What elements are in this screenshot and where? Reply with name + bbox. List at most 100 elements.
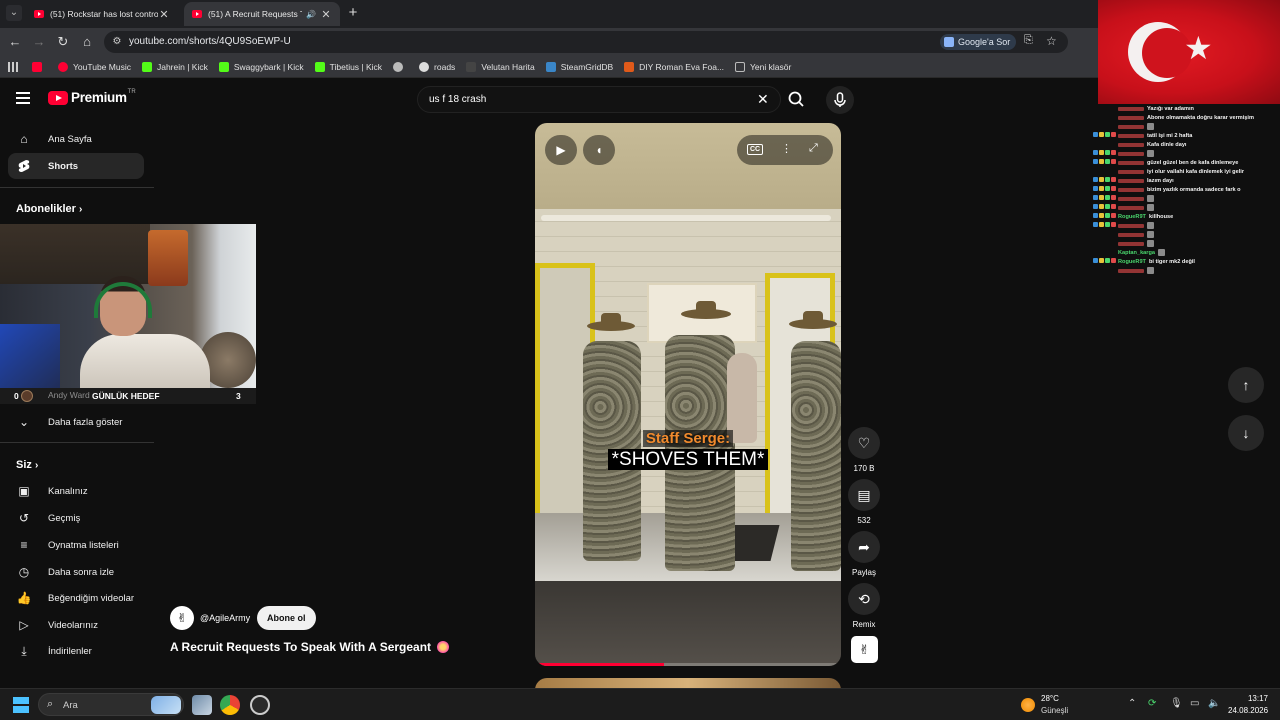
remix-icon[interactable]: ⟲	[848, 583, 880, 615]
play-button[interactable]: ▶	[545, 135, 577, 165]
subscribe-button[interactable]: Abone ol	[257, 606, 316, 630]
share-page-icon[interactable]: ⎘	[1024, 34, 1033, 47]
chat-emote-icon	[1147, 150, 1154, 157]
reload-icon[interactable]: ↻	[54, 33, 72, 51]
clear-search-icon[interactable]: ✕	[757, 92, 769, 106]
chat-text: Abone olmamakta doğru karar vermişim	[1147, 114, 1254, 121]
bookmark-folder[interactable]: Yeni klasör	[735, 61, 791, 72]
sidebar-item-shorts[interactable]: Shorts	[8, 153, 144, 179]
sidebar-item-playlists[interactable]: ≡ Oynatma listeleri	[8, 532, 144, 558]
previous-short-button[interactable]: ↑	[1228, 367, 1264, 403]
bookmark-item[interactable]: DIY Roman Eva Foa...	[624, 61, 724, 72]
volume-icon[interactable]: 🔈	[1208, 698, 1220, 709]
channel-avatar[interactable]: ✌	[170, 606, 194, 630]
tray-mic-icon[interactable]: 🎙	[1170, 698, 1183, 709]
chat-badge-icon	[1111, 159, 1116, 164]
sidebar-item-your-channel[interactable]: ▣ Kanalınız	[8, 478, 144, 504]
goal-label: GÜNLÜK HEDEF	[92, 391, 160, 401]
bookmark-item[interactable]: Swaggybark | Kick	[218, 61, 304, 72]
search-query[interactable]: us f 18 crash	[429, 94, 486, 105]
bookmark-item[interactable]: Tibetius | Kick	[314, 61, 382, 72]
home-icon[interactable]: ⌂	[78, 33, 96, 51]
show-more-button[interactable]: ⌄ Daha fazla göster	[8, 409, 144, 435]
bookmark-star-icon[interactable]: ☆	[1046, 34, 1057, 48]
bookmark-item[interactable]	[393, 61, 408, 72]
share-icon[interactable]: ➦	[848, 531, 880, 563]
bookmark-item[interactable]: Jahrein | Kick	[141, 61, 208, 72]
more-options-icon[interactable]: ⋮	[781, 142, 792, 155]
bookmark-item[interactable]: SteamGridDB	[545, 61, 613, 72]
chat-badge-icon	[1093, 186, 1098, 191]
bookmark-item[interactable]: roads	[419, 61, 455, 72]
clock-date[interactable]: 24.08.2026	[1228, 706, 1268, 715]
short-video-player[interactable]: ▶ ◖ CC ⋮ ⤢ Staff Serge: *SHOVES THEM*	[535, 123, 841, 666]
remix-action[interactable]: ⟲ Remix	[848, 583, 880, 629]
tab-close-icon[interactable]: ✕	[158, 8, 170, 21]
sidebar-item-your-videos[interactable]: ▷ Videolarınız	[8, 612, 144, 638]
sidebar-item-downloads[interactable]: ⤓ İndirilenler	[8, 638, 144, 664]
chat-badge-icon	[1099, 204, 1104, 209]
ask-google-button[interactable]: Google'a Sor	[940, 34, 1017, 50]
sidebar-item-watch-later[interactable]: ◷ Daha sonra izle	[8, 559, 144, 585]
windows-start-icon[interactable]	[13, 697, 29, 713]
network-icon[interactable]: ▭	[1190, 698, 1199, 709]
next-short-button[interactable]: ↓	[1228, 415, 1264, 451]
forward-arrow-icon[interactable]: →	[30, 33, 48, 51]
subscriptions-header[interactable]: Abonelikler ›	[16, 203, 82, 215]
task-view-icon[interactable]	[192, 695, 212, 715]
site-info-icon[interactable]: ⚙	[110, 35, 124, 49]
sidebar-item-home[interactable]: ⌂ Ana Sayfa	[8, 126, 144, 152]
home-icon: ⌂	[20, 132, 28, 146]
volume-button[interactable]: ◖	[583, 135, 615, 165]
apps-grid-icon[interactable]	[8, 61, 18, 72]
sidebar-item-history[interactable]: ↺ Geçmiş	[8, 505, 144, 531]
fullscreen-icon[interactable]: ⤢	[809, 142, 818, 155]
bookmark-item[interactable]	[32, 61, 47, 72]
like-action[interactable]: ♡ 170 B	[848, 427, 880, 473]
tray-app-icon[interactable]: ⟳	[1148, 698, 1156, 709]
address-bar[interactable]: ⚙ youtube.com/shorts/4QU9SoEWP-U Google'…	[104, 31, 1068, 53]
folder-icon	[735, 61, 746, 72]
chevron-down-icon: ⌄	[18, 415, 30, 429]
temperature: 28°C	[1041, 694, 1059, 703]
tab-search-button[interactable]: ⌄	[6, 5, 22, 21]
heart-icon[interactable]: ♡	[848, 427, 880, 459]
youtube-logo-icon[interactable]	[48, 90, 68, 105]
taskbar-search[interactable]: ⌕ Ara	[38, 693, 184, 716]
new-tab-button[interactable]: +	[344, 4, 362, 22]
you-header[interactable]: Siz ›	[16, 459, 38, 471]
captions-icon[interactable]: CC	[747, 144, 764, 155]
goal-end-value: 3	[236, 391, 241, 401]
tab-close-icon[interactable]: ✕	[320, 8, 332, 21]
youtube-premium-logo[interactable]: Premium	[71, 90, 127, 105]
obs-icon[interactable]	[250, 695, 270, 715]
bookmark-item[interactable]: YouTube Music	[58, 61, 131, 72]
speaker-icon[interactable]: 🔊	[306, 10, 316, 19]
back-arrow-icon[interactable]: ←	[6, 33, 24, 51]
chrome-icon[interactable]	[220, 695, 240, 715]
clock-time[interactable]: 13:17	[1240, 694, 1268, 703]
sidebar-item-liked-videos[interactable]: 👍 Beğendiğim videolar	[8, 585, 144, 611]
progress-fill[interactable]	[535, 663, 664, 666]
sun-icon[interactable]	[1021, 698, 1035, 712]
comment-icon[interactable]: ▤	[848, 479, 880, 511]
tray-chevron-icon[interactable]: ⌃	[1128, 698, 1136, 709]
channel-name[interactable]: @AgileArmy	[200, 613, 250, 623]
subtitle-speaker-text: Staff Serge:	[642, 430, 734, 447]
chat-message	[1088, 230, 1280, 239]
voice-search-button[interactable]	[826, 86, 854, 114]
menu-icon[interactable]	[16, 91, 30, 104]
bookmark-item[interactable]: Velutan Harita	[466, 61, 535, 72]
chat-badge-icon	[1111, 177, 1116, 182]
comments-action[interactable]: ▤ 532	[848, 479, 880, 525]
search-button[interactable]	[781, 86, 811, 113]
sound-source-avatar[interactable]: ✌	[851, 636, 878, 663]
search-input[interactable]: us f 18 crash ✕	[417, 86, 781, 113]
share-action[interactable]: ➦ Paylaş	[848, 531, 880, 577]
etsy-icon	[624, 61, 635, 72]
tab-rockstar[interactable]: (51) Rockstar has lost control of ✕	[26, 2, 178, 26]
url-text[interactable]: youtube.com/shorts/4QU9SoEWP-U	[129, 36, 291, 47]
tab-recruit[interactable]: (51) A Recruit Requests To S 🔊 ✕	[184, 2, 340, 26]
chat-badge-icon	[1099, 195, 1104, 200]
subscription-channel-partial[interactable]: Andy Ward	[48, 390, 90, 400]
